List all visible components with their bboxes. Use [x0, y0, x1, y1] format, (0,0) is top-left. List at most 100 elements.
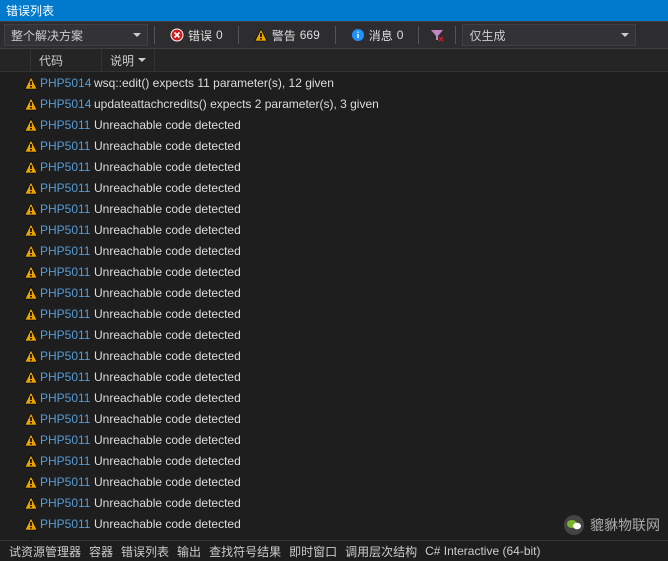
statusbar-tab[interactable]: 错误列表	[118, 543, 172, 560]
error-code-link[interactable]: PHP5011	[40, 454, 94, 468]
scope-dropdown[interactable]: 整个解决方案	[4, 24, 148, 46]
list-item[interactable]: PHP5011Unreachable code detected	[0, 135, 668, 156]
error-description: updateattachcredits() expects 2 paramete…	[94, 97, 668, 111]
error-code-link[interactable]: PHP5014	[40, 97, 94, 111]
list-item[interactable]: PHP5011Unreachable code detected	[0, 240, 668, 261]
list-item[interactable]: PHP5011Unreachable code detected	[0, 492, 668, 513]
list-item[interactable]: PHP5011Unreachable code detected	[0, 345, 668, 366]
error-description: Unreachable code detected	[94, 475, 668, 489]
error-description: Unreachable code detected	[94, 244, 668, 258]
list-item[interactable]: PHP5011Unreachable code detected	[0, 177, 668, 198]
watermark-text: 貔貅物联网	[590, 515, 660, 535]
error-code-link[interactable]: PHP5011	[40, 433, 94, 447]
list-item[interactable]: PHP5011Unreachable code detected	[0, 429, 668, 450]
statusbar-tab[interactable]: 输出	[174, 543, 204, 560]
messages-filter[interactable]: 消息 0	[342, 24, 413, 46]
error-code-link[interactable]: PHP5011	[40, 370, 94, 384]
list-item[interactable]: PHP5011Unreachable code detected	[0, 324, 668, 345]
error-code-link[interactable]: PHP5011	[40, 517, 94, 531]
warning-icon	[22, 349, 40, 363]
error-description: Unreachable code detected	[94, 412, 668, 426]
warning-icon	[22, 202, 40, 216]
error-code-link[interactable]: PHP5011	[40, 223, 94, 237]
error-code-link[interactable]: PHP5011	[40, 349, 94, 363]
build-filter-label: 仅生成	[469, 27, 505, 44]
error-code-link[interactable]: PHP5011	[40, 391, 94, 405]
chevron-down-icon	[138, 58, 146, 62]
error-code-link[interactable]: PHP5011	[40, 412, 94, 426]
warning-icon	[22, 307, 40, 321]
error-description: Unreachable code detected	[94, 454, 668, 468]
toolbar: 整个解决方案 错误 0 警告 669 消息 0 仅生成	[0, 21, 668, 49]
warnings-label: 警告	[272, 27, 296, 44]
error-code-link[interactable]: PHP5011	[40, 202, 94, 216]
list-item[interactable]: PHP5011Unreachable code detected	[0, 219, 668, 240]
error-code-link[interactable]: PHP5011	[40, 496, 94, 510]
statusbar-tab[interactable]: C# Interactive (64-bit)	[422, 544, 543, 558]
statusbar-tab[interactable]: 容器	[86, 543, 116, 560]
warning-icon	[22, 454, 40, 468]
wechat-icon	[564, 515, 584, 535]
error-code-link[interactable]: PHP5011	[40, 244, 94, 258]
list-item[interactable]: PHP5011Unreachable code detected	[0, 261, 668, 282]
warning-icon	[22, 475, 40, 489]
clear-filter-button[interactable]	[425, 24, 449, 46]
col-description[interactable]: 说明	[102, 49, 155, 71]
list-item[interactable]: PHP5014wsq::edit() expects 11 parameter(…	[0, 72, 668, 93]
separator	[154, 26, 155, 44]
warning-icon	[22, 517, 40, 531]
warning-icon	[254, 28, 268, 42]
error-description: Unreachable code detected	[94, 118, 668, 132]
warning-icon	[22, 286, 40, 300]
separator	[418, 26, 419, 44]
list-item[interactable]: PHP5011Unreachable code detected	[0, 471, 668, 492]
col-code[interactable]: 代码	[31, 49, 102, 71]
statusbar-tab[interactable]: 调用层次结构	[342, 543, 420, 560]
error-description: Unreachable code detected	[94, 328, 668, 342]
list-item[interactable]: PHP5011Unreachable code detected	[0, 387, 668, 408]
statusbar-tab[interactable]: 查找符号结果	[206, 543, 284, 560]
warning-icon	[22, 139, 40, 153]
warning-icon	[22, 181, 40, 195]
list-item[interactable]: PHP5011Unreachable code detected	[0, 303, 668, 324]
error-code-link[interactable]: PHP5011	[40, 475, 94, 489]
build-filter-dropdown[interactable]: 仅生成	[462, 24, 636, 46]
error-description: Unreachable code detected	[94, 223, 668, 237]
warning-icon	[22, 223, 40, 237]
list-item[interactable]: PHP5011Unreachable code detected	[0, 366, 668, 387]
error-code-link[interactable]: PHP5011	[40, 328, 94, 342]
col-icon[interactable]	[0, 49, 31, 71]
errors-filter[interactable]: 错误 0	[161, 24, 232, 46]
list-item[interactable]: PHP5011Unreachable code detected	[0, 156, 668, 177]
statusbar-tab[interactable]: 即时窗口	[286, 543, 340, 560]
warnings-count: 669	[300, 28, 320, 42]
chevron-down-icon	[621, 33, 629, 37]
warnings-filter[interactable]: 警告 669	[245, 24, 329, 46]
list-item[interactable]: PHP5011Unreachable code detected	[0, 114, 668, 135]
messages-count: 0	[397, 28, 404, 42]
list-item[interactable]: PHP5011Unreachable code detected	[0, 282, 668, 303]
separator	[455, 26, 456, 44]
statusbar-tab[interactable]: 试资源管理器	[6, 543, 84, 560]
error-list-body[interactable]: PHP5014wsq::edit() expects 11 parameter(…	[0, 72, 668, 555]
error-code-link[interactable]: PHP5011	[40, 307, 94, 321]
error-code-link[interactable]: PHP5011	[40, 265, 94, 279]
separator	[238, 26, 239, 44]
error-code-link[interactable]: PHP5011	[40, 286, 94, 300]
list-item[interactable]: PHP5014updateattachcredits() expects 2 p…	[0, 93, 668, 114]
error-code-link[interactable]: PHP5011	[40, 118, 94, 132]
error-description: Unreachable code detected	[94, 139, 668, 153]
list-item[interactable]: PHP5011Unreachable code detected	[0, 408, 668, 429]
col-code-label: 代码	[39, 52, 63, 69]
error-code-link[interactable]: PHP5011	[40, 139, 94, 153]
error-description: Unreachable code detected	[94, 202, 668, 216]
list-item[interactable]: PHP5011Unreachable code detected	[0, 450, 668, 471]
error-description: Unreachable code detected	[94, 496, 668, 510]
warning-icon	[22, 76, 40, 90]
panel-title: 错误列表	[0, 0, 668, 21]
error-code-link[interactable]: PHP5011	[40, 160, 94, 174]
error-code-link[interactable]: PHP5014	[40, 76, 94, 90]
warning-icon	[22, 328, 40, 342]
list-item[interactable]: PHP5011Unreachable code detected	[0, 198, 668, 219]
error-code-link[interactable]: PHP5011	[40, 181, 94, 195]
